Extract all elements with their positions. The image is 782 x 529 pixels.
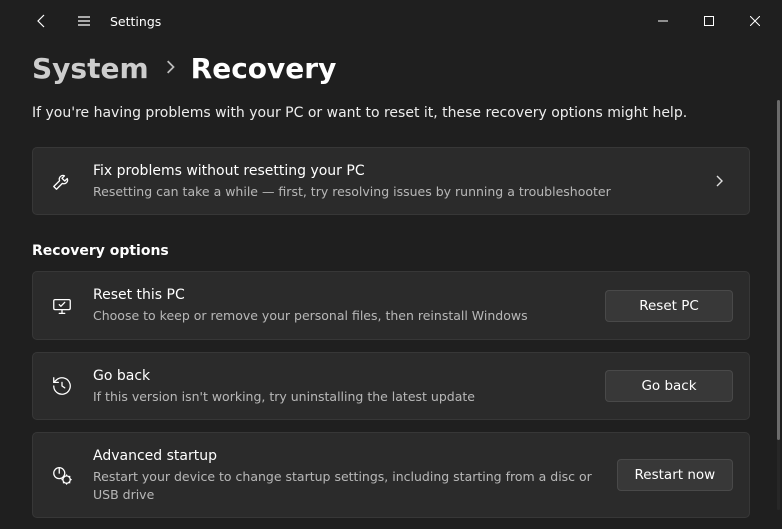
reset-pc-button[interactable]: Reset PC (605, 290, 733, 322)
go-back-subtitle: If this version isn't working, try unins… (93, 388, 593, 406)
breadcrumb-current: Recovery (191, 52, 337, 85)
page-description: If you're having problems with your PC o… (32, 105, 750, 121)
go-back-button[interactable]: Go back (605, 370, 733, 402)
reset-pc-subtitle: Choose to keep or remove your personal f… (93, 307, 593, 325)
app-title: Settings (110, 14, 161, 29)
window-minimize-button[interactable] (640, 5, 686, 37)
go-back-card: Go back If this version isn't working, t… (32, 352, 750, 420)
breadcrumb: System Recovery (32, 52, 750, 85)
scrollbar-thumb[interactable] (777, 100, 780, 440)
power-gear-icon (49, 464, 75, 486)
reset-pc-card: Reset this PC Choose to keep or remove y… (32, 271, 750, 339)
breadcrumb-parent[interactable]: System (32, 52, 149, 85)
reset-pc-icon (49, 295, 75, 317)
troubleshoot-title: Fix problems without resetting your PC (93, 162, 705, 181)
wrench-icon (49, 170, 75, 192)
advanced-startup-title: Advanced startup (93, 447, 605, 466)
nav-menu-button[interactable] (64, 0, 104, 42)
page-content: System Recovery If you're having problem… (0, 42, 782, 529)
reset-pc-title: Reset this PC (93, 286, 593, 305)
chevron-right-icon (163, 58, 177, 79)
history-icon (49, 375, 75, 397)
advanced-startup-card: Advanced startup Restart your device to … (32, 432, 750, 518)
advanced-startup-subtitle: Restart your device to change startup se… (93, 468, 605, 503)
recovery-options-heading: Recovery options (32, 243, 750, 259)
back-button[interactable] (22, 0, 62, 42)
restart-now-button[interactable]: Restart now (617, 459, 733, 491)
scrollbar[interactable] (777, 100, 780, 510)
window-maximize-button[interactable] (686, 5, 732, 37)
go-back-title: Go back (93, 367, 593, 386)
chevron-right-icon (705, 175, 733, 187)
troubleshoot-subtitle: Resetting can take a while — first, try … (93, 183, 705, 201)
window-close-button[interactable] (732, 5, 778, 37)
troubleshoot-card[interactable]: Fix problems without resetting your PC R… (32, 147, 750, 215)
titlebar: Settings (0, 0, 782, 42)
